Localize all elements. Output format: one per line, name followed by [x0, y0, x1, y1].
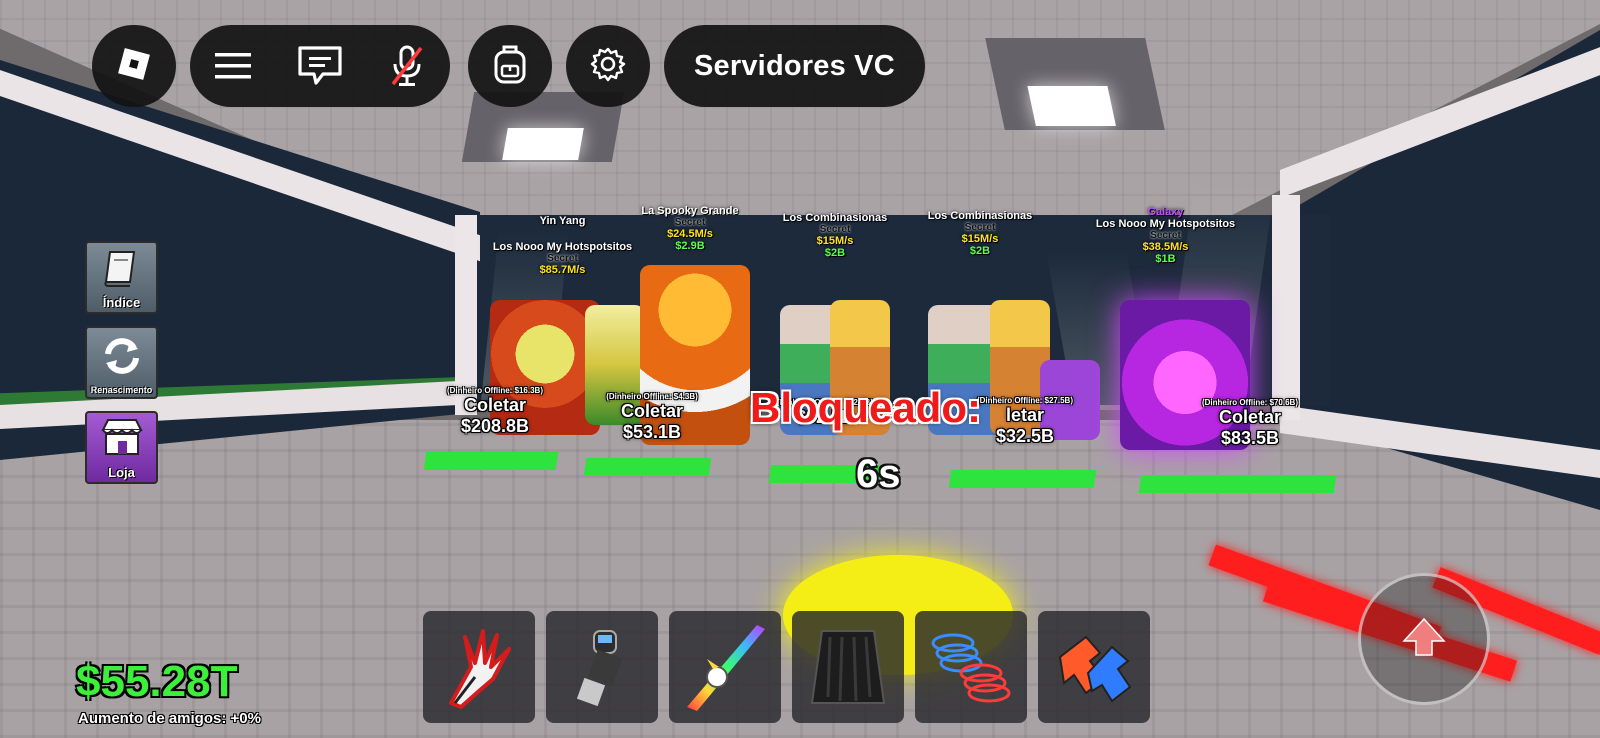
hotbar-slot-1[interactable]: [423, 611, 535, 723]
friends-boost-label: Aumento de amigos: +0%: [78, 710, 261, 727]
rebirth-button[interactable]: Renascimento: [85, 326, 158, 399]
speed-coil-icon: [923, 617, 1019, 718]
base-lock-title: Bloqueado:: [750, 384, 981, 431]
index-label: Índice: [102, 295, 141, 310]
collect-pad[interactable]: [1138, 475, 1337, 493]
store-icon: [99, 416, 145, 463]
collect-label[interactable]: (Dinheiro Offline: $16.3B) Coletar $208.…: [440, 386, 550, 437]
menu-icon[interactable]: [203, 36, 263, 96]
body-swap-icon: [1046, 617, 1142, 718]
wall-post: [1272, 195, 1300, 420]
hotbar-slot-5[interactable]: [915, 611, 1027, 723]
overhead-label-los-combinasionas-2: Los Combinasionas Secret $15M/s $2B: [927, 210, 1033, 257]
collect-label[interactable]: (Dinheiro Offline: $4.3B) Coletar $53.1B: [598, 392, 706, 443]
vc-servers-button[interactable]: Servidores VC: [664, 25, 925, 107]
gear-icon: [590, 46, 626, 87]
shop-label: Loja: [108, 465, 135, 480]
shop-button[interactable]: Loja: [85, 411, 158, 484]
collect-pad[interactable]: [583, 458, 712, 476]
hotbar-slot-6[interactable]: [1038, 611, 1150, 723]
chat-icon[interactable]: [290, 36, 350, 96]
ceiling-lamp: [985, 38, 1165, 130]
overhead-label-la-spooky-grande: La Spooky Grande Secret $24.5M/s $2.9B: [641, 205, 739, 252]
mic-muted-icon[interactable]: [377, 36, 437, 96]
quick-menu-group: [190, 25, 450, 107]
invisibility-cloak-icon: [800, 617, 896, 718]
overhead-label-los-combinasionas: Los Combinasionas Secret $15M/s $2B: [782, 212, 888, 259]
settings-button[interactable]: [566, 25, 650, 107]
collect-pad[interactable]: [948, 470, 1097, 488]
wall-post: [455, 215, 477, 415]
unicorn-rainbow-sword-icon: [677, 617, 773, 718]
slap-hand-icon: [431, 617, 527, 718]
hotbar-slot-4[interactable]: [792, 611, 904, 723]
hotbar-slot-3[interactable]: [669, 611, 781, 723]
base-lock-timer: 6s: [856, 452, 901, 496]
roblox-menu-button[interactable]: [92, 25, 176, 107]
vc-servers-label: Servidores VC: [694, 49, 895, 82]
roblox-logo-icon: [114, 44, 154, 89]
money-display: $55.28T: [76, 657, 238, 706]
refresh-icon: [100, 334, 144, 383]
overhead-label-yin-yang: Yin Yang Los Nooo My Hotspotsitos Secret…: [492, 215, 633, 276]
hotbar-slot-2[interactable]: [546, 611, 658, 723]
index-button[interactable]: Índice: [85, 241, 158, 314]
rebirth-label: Renascimento: [90, 385, 153, 395]
overhead-label-galaxy-hotspotsitos: Galaxy Los Nooo My Hotspotsitos Secret $…: [1095, 206, 1236, 265]
collect-pad[interactable]: [423, 452, 559, 470]
up-arrow-icon: [1400, 615, 1448, 664]
grapple-gun-icon: [554, 617, 650, 718]
backpack-button[interactable]: [468, 25, 552, 107]
book-icon: [100, 248, 144, 293]
backpack-icon: [490, 42, 530, 91]
jump-button[interactable]: [1358, 573, 1490, 705]
collect-label[interactable]: (Dinheiro Offline: $70.6B) Coletar $83.5…: [1180, 398, 1320, 449]
